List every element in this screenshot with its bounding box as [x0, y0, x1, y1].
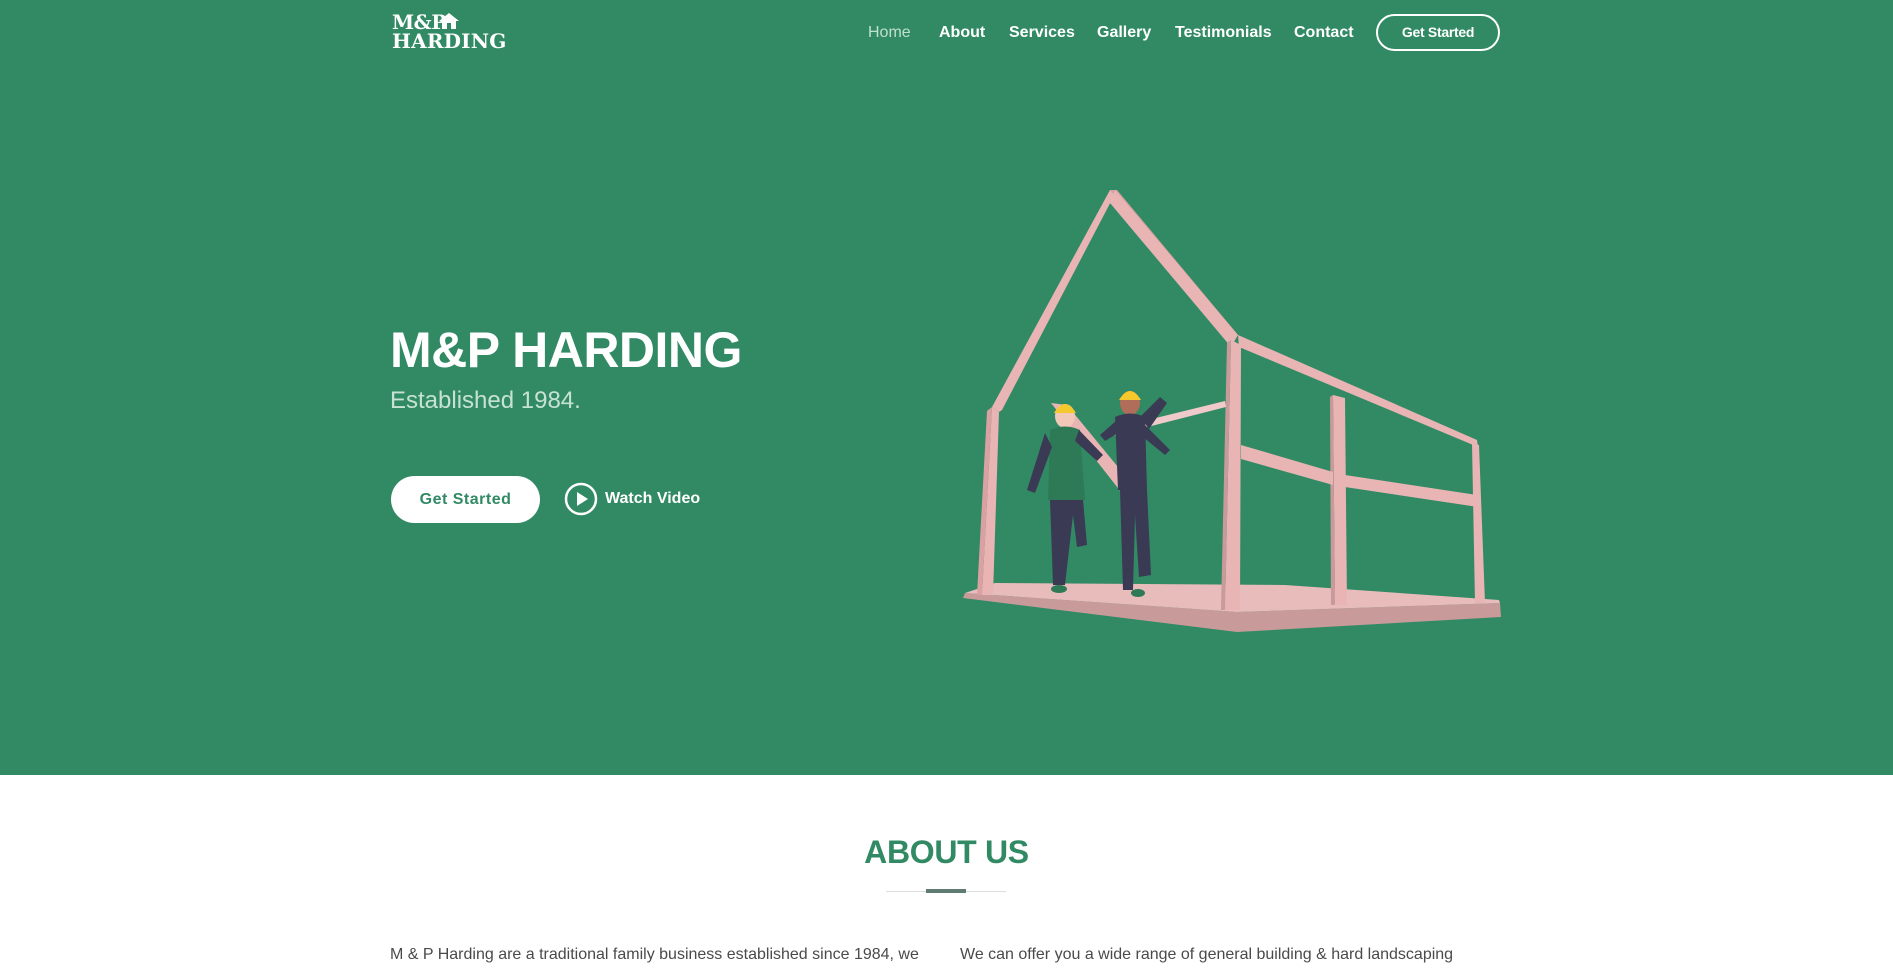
nav-get-started-button[interactable]: Get Started [1376, 14, 1500, 51]
nav-home[interactable]: Home [868, 22, 911, 44]
main-nav: Home About Services Gallery Testimonials… [0, 22, 1893, 46]
watch-video-label: Watch Video [605, 490, 701, 507]
hero-title: M&P HARDING [390, 322, 742, 378]
watch-video-button[interactable]: Watch Video [564, 482, 714, 516]
nav-about[interactable]: About [939, 22, 985, 44]
hero-section: M&P HARDING Home About Services Gallery … [0, 0, 1893, 775]
nav-testimonials[interactable]: Testimonials [1175, 22, 1272, 44]
play-circle-icon [564, 482, 598, 516]
about-column-1: M & P Harding are a traditional family b… [390, 946, 919, 963]
nav-gallery[interactable]: Gallery [1097, 22, 1151, 44]
about-divider-accent [926, 889, 966, 893]
about-column-2: We can offer you a wide range of general… [960, 946, 1454, 963]
hero-get-started-button[interactable]: Get Started [391, 476, 540, 523]
about-title: ABOUT US [864, 834, 1029, 870]
hero-subtitle: Established 1984. [390, 387, 581, 414]
nav-contact[interactable]: Contact [1294, 22, 1354, 44]
nav-services[interactable]: Services [1009, 22, 1075, 44]
house-frame-builders-illustration [963, 190, 1501, 632]
